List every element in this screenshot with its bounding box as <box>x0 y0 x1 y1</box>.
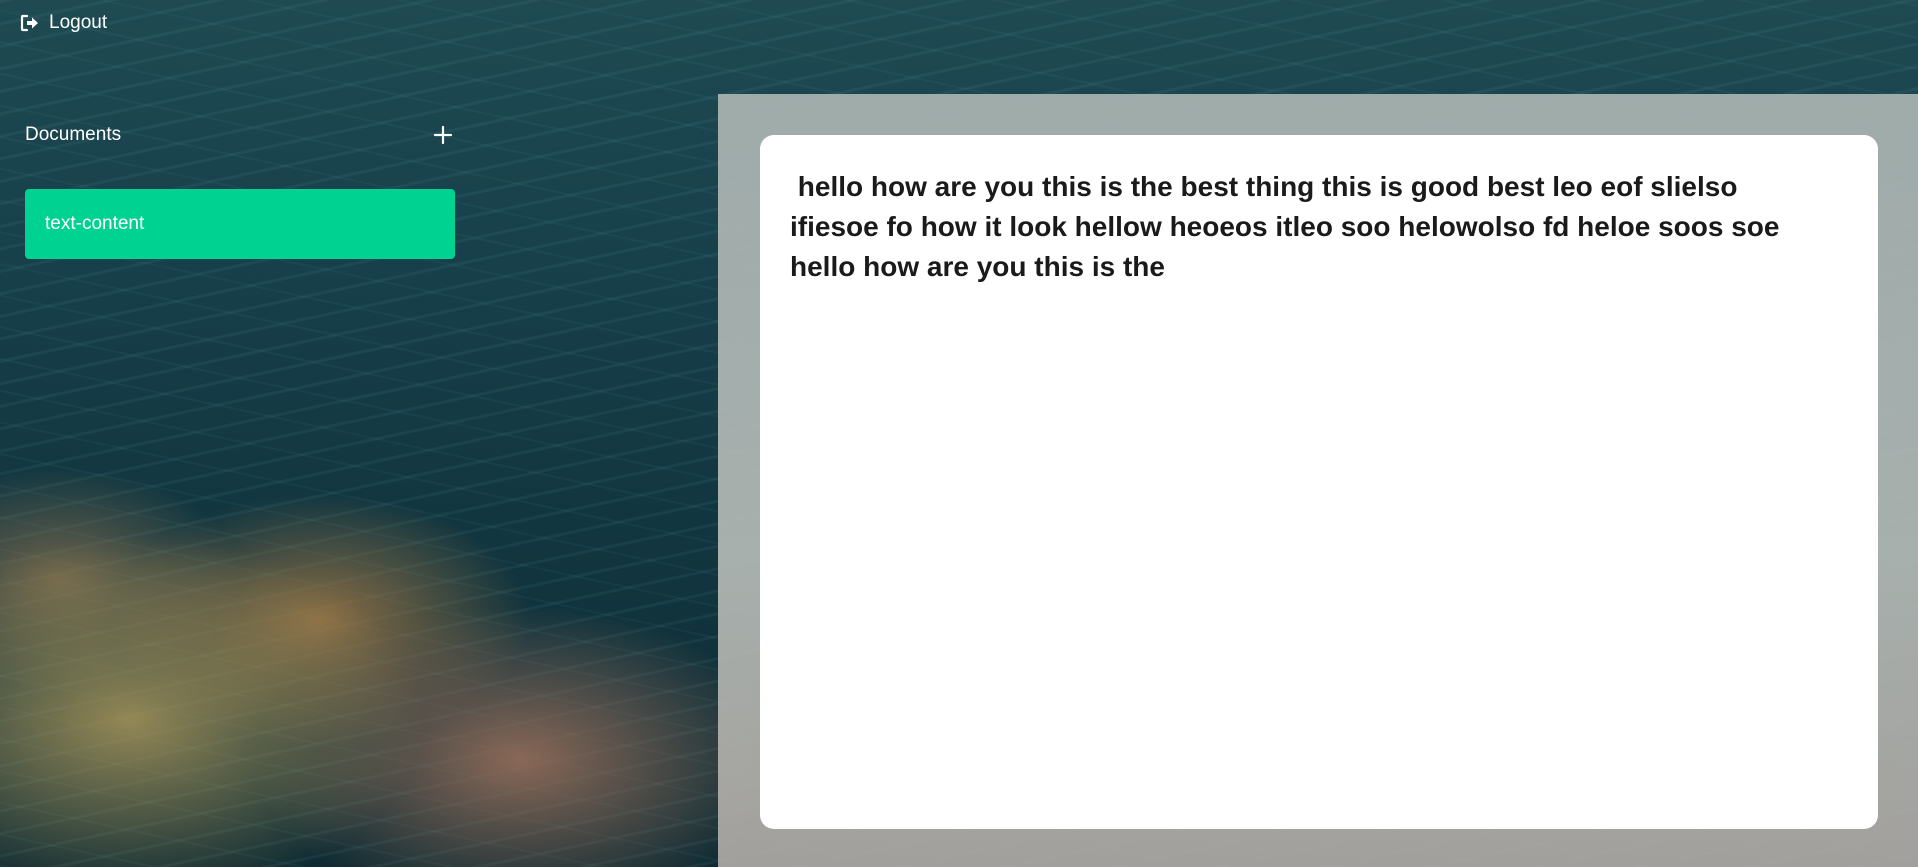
documents-title: Documents <box>25 124 122 145</box>
sidebar: Documents text-content <box>0 0 720 867</box>
main-panel: hello how are you this is the best thing… <box>718 94 1918 867</box>
document-item-text-content[interactable]: text-content <box>25 189 455 259</box>
editor-content[interactable]: hello how are you this is the best thing… <box>790 167 1800 287</box>
documents-header: Documents <box>25 120 455 150</box>
plus-icon <box>433 125 453 145</box>
document-editor[interactable]: hello how are you this is the best thing… <box>760 135 1878 829</box>
document-list: text-content <box>25 189 455 259</box>
app-background: Logout Documents text-content hello how … <box>0 0 1918 867</box>
document-item-label: text-content <box>45 213 145 234</box>
add-document-button[interactable] <box>431 123 455 147</box>
